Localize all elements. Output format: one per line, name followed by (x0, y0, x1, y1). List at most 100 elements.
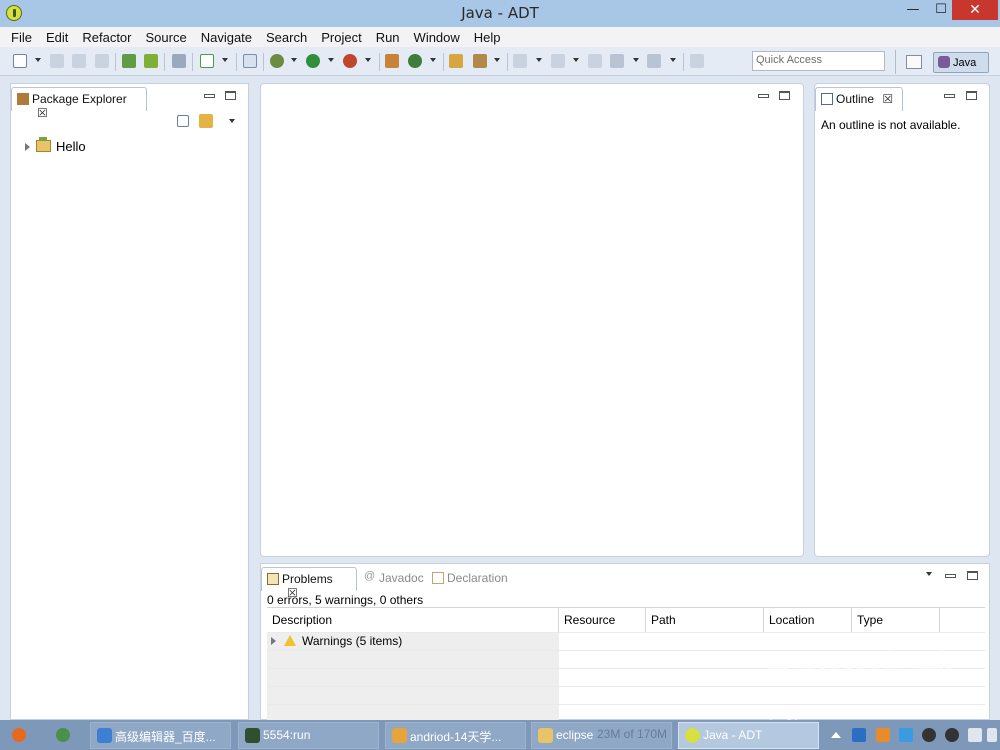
tab-declaration[interactable]: Declaration (427, 567, 517, 591)
v-tray-icon[interactable] (852, 728, 866, 742)
run-dropdown-icon[interactable] (328, 58, 334, 62)
taskbar-button-java-adt[interactable]: Java - ADT (678, 722, 819, 749)
taskbar-button-emulator[interactable]: 5554:run (238, 722, 379, 749)
task-icon[interactable] (200, 54, 214, 68)
network-tray-icon[interactable] (968, 728, 982, 742)
outline-message: An outline is not available. (821, 118, 961, 132)
menu-refactor[interactable]: Refactor (75, 30, 138, 45)
menu-run[interactable]: Run (369, 30, 407, 45)
menu-navigate[interactable]: Navigate (194, 30, 259, 45)
tab-javadoc[interactable]: @ Javadoc (359, 567, 427, 591)
view-menu-icon[interactable] (926, 572, 932, 576)
back-icon[interactable] (610, 54, 624, 68)
cloud-tray-icon[interactable] (899, 728, 913, 742)
open-type-icon[interactable] (449, 54, 463, 68)
menu-search[interactable]: Search (259, 30, 314, 45)
close-button[interactable]: ✕ (952, 0, 998, 20)
collapse-all-icon[interactable] (177, 115, 189, 127)
run-icon[interactable] (306, 54, 320, 68)
avd-manager-icon[interactable] (144, 54, 158, 68)
new-java-package-icon[interactable] (385, 54, 399, 68)
lint-icon[interactable] (172, 54, 186, 68)
maximize-view-button[interactable] (967, 571, 978, 580)
new-class-dropdown-icon[interactable] (430, 58, 436, 62)
menu-source[interactable]: Source (139, 30, 194, 45)
toolbar-separator (115, 53, 116, 71)
qq-tray-icon[interactable] (945, 728, 959, 742)
column-resource[interactable]: Resource (559, 608, 646, 632)
debug-icon[interactable] (270, 54, 284, 68)
previous-annotation-dropdown-icon[interactable] (573, 58, 579, 62)
menu-bar: File Edit Refactor Source Navigate Searc… (0, 27, 1000, 47)
open-perspective-icon[interactable] (906, 55, 922, 69)
new-java-class-icon[interactable] (408, 54, 422, 68)
menu-project[interactable]: Project (314, 30, 368, 45)
app-tray-icon[interactable] (876, 728, 890, 742)
adt-icon (685, 728, 700, 743)
forward-dropdown-icon[interactable] (670, 58, 676, 62)
sdk-manager-icon[interactable] (122, 54, 136, 68)
quick-access-input[interactable]: Quick Access (752, 51, 885, 71)
menu-edit[interactable]: Edit (39, 30, 75, 45)
taskbar: 高级编辑器_百度... 5554:run andriod-14天学... ecl… (0, 720, 1000, 750)
forward-icon[interactable] (647, 54, 661, 68)
external-tools-dropdown-icon[interactable] (365, 58, 371, 62)
minimize-editor-button[interactable] (757, 91, 769, 100)
taskbar-label: Java - ADT (703, 728, 763, 742)
tab-outline[interactable]: Outline ☒ (815, 87, 903, 111)
tree-item-hello[interactable]: Hello (25, 137, 86, 154)
editor-area[interactable] (260, 83, 804, 557)
view-menu-icon[interactable] (229, 119, 235, 123)
close-tab-icon[interactable]: ☒ (37, 106, 48, 120)
new-icon[interactable] (13, 54, 27, 68)
search-icon[interactable] (473, 54, 487, 68)
last-edit-icon[interactable] (588, 54, 602, 68)
maximize-view-button[interactable] (966, 91, 977, 100)
pin-editor-icon[interactable] (690, 54, 704, 68)
minimize-view-button[interactable] (944, 571, 956, 580)
taskbar-button-editor[interactable]: 高级编辑器_百度... (90, 722, 231, 749)
save-icon[interactable] (50, 54, 64, 68)
save-all-icon[interactable] (72, 54, 86, 68)
maximize-view-button[interactable] (225, 91, 236, 100)
tab-package-explorer[interactable]: Package Explorer ☒ (11, 87, 147, 120)
chrome-icon[interactable] (56, 728, 70, 742)
new-dropdown-icon[interactable] (35, 58, 41, 62)
next-annotation-dropdown-icon[interactable] (536, 58, 542, 62)
back-dropdown-icon[interactable] (633, 58, 639, 62)
tab-problems[interactable]: Problems ☒ (261, 567, 357, 600)
minimize-button[interactable]: — (898, 0, 928, 20)
column-type[interactable]: Type (852, 608, 940, 632)
new-android-project-icon[interactable] (243, 54, 257, 68)
tab-label: Declaration (447, 571, 508, 585)
menu-file[interactable]: File (4, 30, 39, 45)
link-with-editor-icon[interactable] (199, 114, 213, 128)
menu-help[interactable]: Help (467, 30, 508, 45)
minimize-view-button[interactable] (943, 91, 955, 100)
warnings-group[interactable]: Warnings (5 items) (271, 634, 402, 648)
java-perspective-button[interactable]: Java (933, 52, 989, 73)
declaration-icon (432, 572, 444, 584)
next-annotation-icon[interactable] (513, 54, 527, 68)
qq-tray-icon[interactable] (922, 728, 936, 742)
close-tab-icon[interactable]: ☒ (882, 92, 893, 106)
maximize-editor-button[interactable] (779, 91, 790, 100)
task-dropdown-icon[interactable] (222, 58, 228, 62)
volume-tray-icon[interactable] (987, 728, 997, 742)
column-path[interactable]: Path (646, 608, 764, 632)
menu-window[interactable]: Window (407, 30, 467, 45)
expand-icon[interactable] (271, 637, 276, 645)
external-tools-icon[interactable] (343, 54, 357, 68)
taskbar-button-tutorial[interactable]: andriod-14天学... (385, 722, 526, 749)
expand-icon[interactable] (25, 143, 30, 151)
firefox-icon[interactable] (12, 728, 26, 742)
debug-dropdown-icon[interactable] (291, 58, 297, 62)
column-description[interactable]: Description (267, 608, 559, 632)
minimize-view-button[interactable] (203, 91, 215, 100)
print-icon[interactable] (95, 54, 109, 68)
search-dropdown-icon[interactable] (494, 58, 500, 62)
show-hidden-icons-icon[interactable] (831, 732, 841, 738)
previous-annotation-icon[interactable] (551, 54, 565, 68)
column-location[interactable]: Location (764, 608, 852, 632)
toolbar-separator (683, 53, 684, 71)
